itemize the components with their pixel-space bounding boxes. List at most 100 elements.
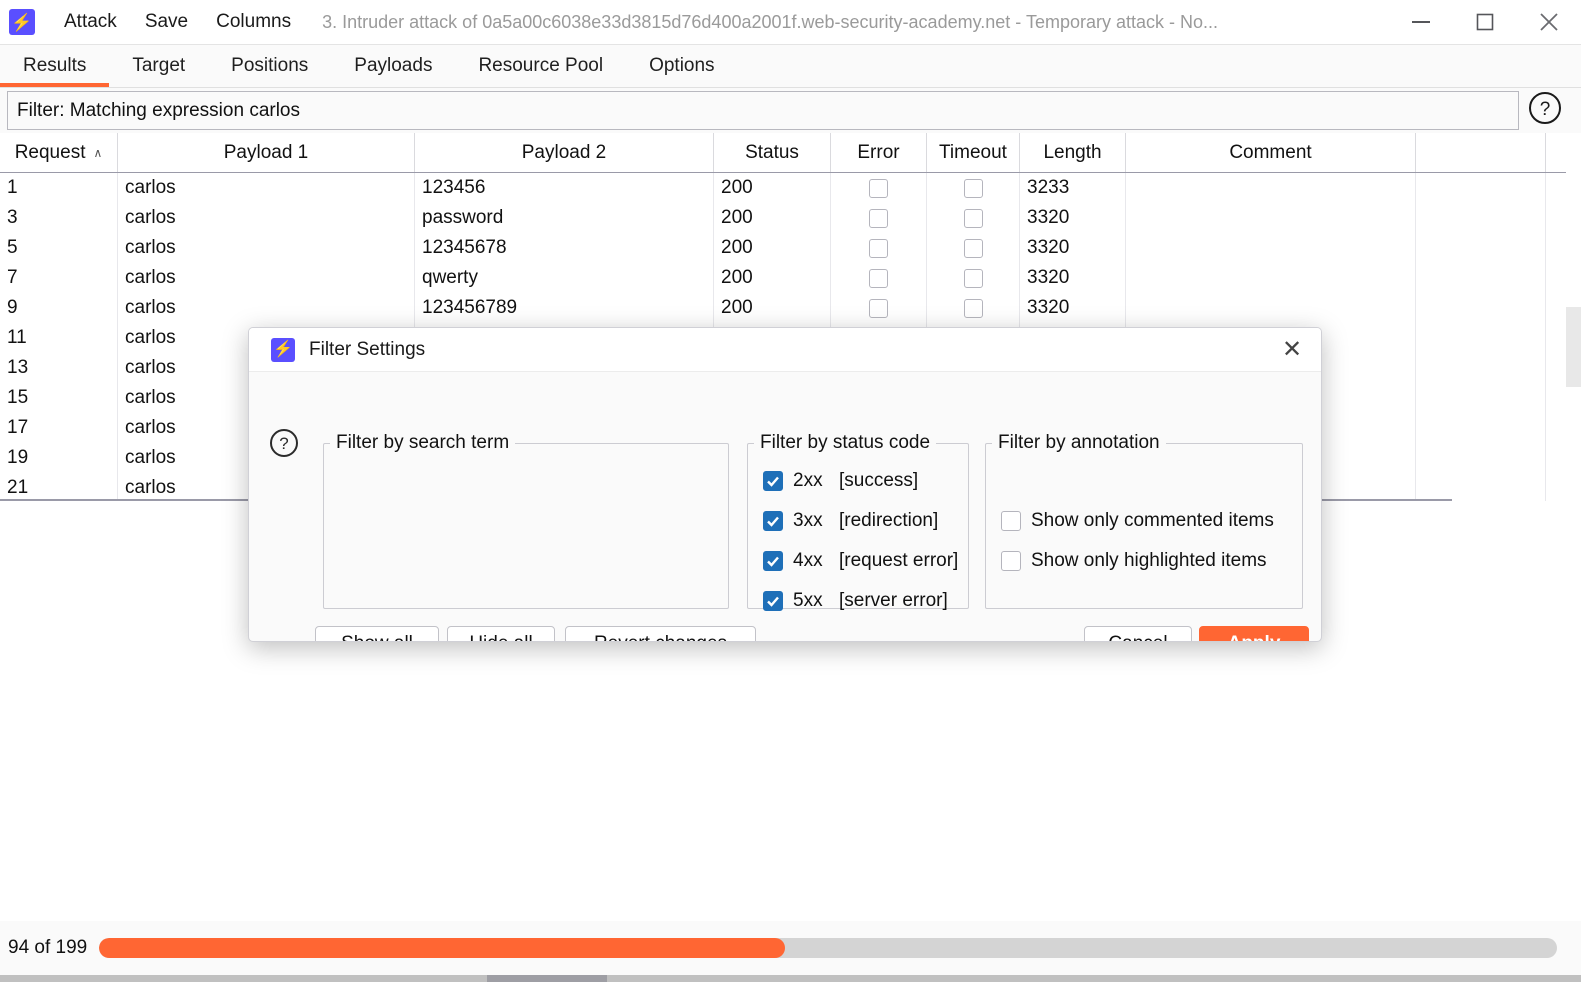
cell-length: 3233 (1020, 173, 1126, 203)
close-icon (1538, 11, 1560, 33)
cell-payload2: 123456 (415, 173, 714, 203)
dialog-close-button[interactable]: ✕ (1275, 333, 1309, 367)
column-header-request[interactable]: Request ∧ (0, 133, 118, 172)
table-vertical-scrollbar-track[interactable] (1566, 133, 1581, 501)
cell-spare (1416, 383, 1546, 413)
status-code-label: 3xx (793, 510, 823, 531)
table-row[interactable]: 9 carlos 123456789 200 3320 (0, 293, 1581, 323)
cell-payload1: carlos (118, 263, 415, 293)
error-checkbox[interactable] (869, 268, 888, 288)
status-code-row-4xx[interactable]: 4xx [request error] (763, 550, 958, 572)
status-2xx-checkbox[interactable] (763, 471, 783, 491)
cell-payload1: carlos (118, 173, 415, 203)
close-button[interactable] (1517, 0, 1581, 44)
cell-spare (1416, 203, 1546, 233)
hide-all-button[interactable]: Hide all (447, 626, 555, 641)
menu-columns[interactable]: Columns (203, 7, 304, 37)
dialog-title: Filter Settings (309, 338, 426, 360)
show-only-commented-items-checkbox[interactable] (1001, 511, 1021, 531)
cell-length: 3320 (1020, 293, 1126, 323)
column-header-comment[interactable]: Comment (1126, 133, 1416, 172)
cell-payload2: password (415, 203, 714, 233)
table-vertical-scrollbar-thumb[interactable] (1566, 307, 1581, 387)
menu-attack[interactable]: Attack (51, 7, 130, 37)
minimize-button[interactable] (1389, 0, 1453, 44)
error-checkbox[interactable] (869, 238, 888, 258)
timeout-checkbox[interactable] (963, 298, 983, 318)
menu-save[interactable]: Save (132, 7, 201, 37)
revert-changes-button[interactable]: Revert changes (565, 626, 756, 641)
tab-payloads[interactable]: Payloads (331, 45, 455, 87)
cell-timeout (927, 203, 1020, 233)
table-row[interactable]: 1 carlos 123456 200 3233 (0, 173, 1581, 203)
cell-error (831, 263, 927, 293)
status-5xx-checkbox[interactable] (763, 591, 783, 611)
error-checkbox[interactable] (869, 178, 888, 198)
status-code-row-5xx[interactable]: 5xx [server error] (763, 590, 948, 612)
cell-payload2: 123456789 (415, 293, 714, 323)
status-3xx-checkbox[interactable] (763, 511, 783, 531)
tab-resource-pool[interactable]: Resource Pool (455, 45, 626, 87)
apply-button[interactable]: Apply (1199, 626, 1309, 641)
status-bar: 94 of 199 (0, 921, 1581, 975)
cancel-button[interactable]: Cancel (1084, 626, 1192, 641)
cell-timeout (927, 233, 1020, 263)
timeout-checkbox[interactable] (963, 178, 983, 198)
column-header-payload1[interactable]: Payload 1 (118, 133, 415, 172)
tab-label: Options (649, 55, 715, 76)
tab-options[interactable]: Options (626, 45, 737, 87)
show-only-highlighted-items-checkbox[interactable] (1001, 551, 1021, 571)
error-checkbox[interactable] (869, 298, 888, 318)
tab-positions[interactable]: Positions (208, 45, 331, 87)
column-header-status[interactable]: Status (714, 133, 831, 172)
table-row[interactable]: 7 carlos qwerty 200 3320 (0, 263, 1581, 293)
dialog-help-button[interactable]: ? (267, 428, 301, 462)
column-header-timeout[interactable]: Timeout (927, 133, 1020, 172)
cell-payload1: carlos (118, 293, 415, 323)
filter-help-button[interactable]: ? (1524, 90, 1566, 132)
cell-spare (1416, 263, 1546, 293)
column-header-label: Status (745, 141, 799, 163)
minimize-icon (1410, 15, 1432, 29)
svg-text:?: ? (1540, 99, 1551, 120)
tab-label: Resource Pool (478, 55, 604, 76)
group-legend: Filter by annotation (998, 432, 1160, 453)
timeout-checkbox[interactable] (963, 238, 983, 258)
cell-request: 21 (0, 473, 118, 501)
cell-request: 11 (0, 323, 118, 353)
column-header-payload2[interactable]: Payload 2 (415, 133, 714, 172)
cell-error (831, 173, 927, 203)
status-code-row-2xx[interactable]: 2xx [success] (763, 470, 918, 492)
status-code-row-3xx[interactable]: 3xx [redirection] (763, 510, 938, 532)
timeout-checkbox[interactable] (963, 208, 983, 228)
status-4xx-checkbox[interactable] (763, 551, 783, 571)
column-header-error[interactable]: Error (831, 133, 927, 172)
cell-request: 9 (0, 293, 118, 323)
column-header-spare[interactable] (1416, 133, 1546, 172)
timeout-checkbox[interactable] (963, 268, 983, 288)
filter-bar: Filter: Matching expression carlos ? (0, 88, 1581, 133)
show-only-highlighted-items-row[interactable]: Show only highlighted items (1001, 550, 1267, 572)
error-checkbox[interactable] (869, 208, 888, 228)
status-code-description: [server error] (839, 590, 948, 611)
group-legend: Filter by status code (760, 432, 931, 453)
tab-results[interactable]: Results (0, 45, 110, 87)
desktop-taskbar-strip (0, 975, 1581, 982)
tab-label: Payloads (354, 55, 433, 76)
show-all-button[interactable]: Show all (315, 626, 439, 641)
attack-progress-fill (99, 938, 785, 958)
table-row[interactable]: 5 carlos 12345678 200 3320 (0, 233, 1581, 263)
cell-spare (1416, 173, 1546, 203)
tab-label: Target (132, 55, 186, 76)
filter-expression-field[interactable]: Filter: Matching expression carlos (7, 91, 1519, 130)
cell-spare (1416, 413, 1546, 443)
sort-ascending-icon: ∧ (93, 145, 103, 160)
show-only-commented-items-row[interactable]: Show only commented items (1001, 510, 1274, 532)
cell-request: 3 (0, 203, 118, 233)
maximize-button[interactable] (1453, 0, 1517, 44)
tab-target[interactable]: Target (109, 45, 208, 87)
column-header-length[interactable]: Length (1020, 133, 1126, 172)
cell-length: 3320 (1020, 233, 1126, 263)
table-row[interactable]: 3 carlos password 200 3320 (0, 203, 1581, 233)
cell-status: 200 (714, 293, 831, 323)
